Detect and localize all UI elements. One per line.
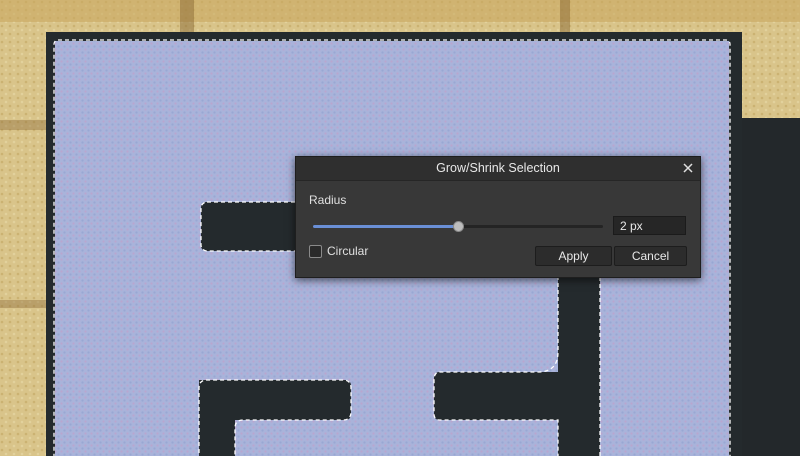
radius-input[interactable]: [613, 216, 686, 235]
dialog-titlebar[interactable]: Grow/Shrink Selection: [296, 157, 700, 181]
slider-fill: [313, 225, 458, 228]
circular-label: Circular: [327, 244, 369, 258]
dialog-title: Grow/Shrink Selection: [436, 161, 560, 175]
cancel-button[interactable]: Cancel: [614, 246, 687, 266]
apply-button[interactable]: Apply: [535, 246, 612, 266]
close-icon[interactable]: [680, 160, 696, 176]
grow-shrink-selection-dialog: Grow/Shrink Selection Radius Circular Ap…: [295, 156, 701, 278]
slider-thumb[interactable]: [453, 221, 464, 232]
circular-checkbox-row[interactable]: Circular: [309, 244, 368, 258]
circular-checkbox[interactable]: [309, 244, 322, 258]
radius-label: Radius: [309, 193, 347, 207]
radius-slider[interactable]: [313, 220, 603, 234]
